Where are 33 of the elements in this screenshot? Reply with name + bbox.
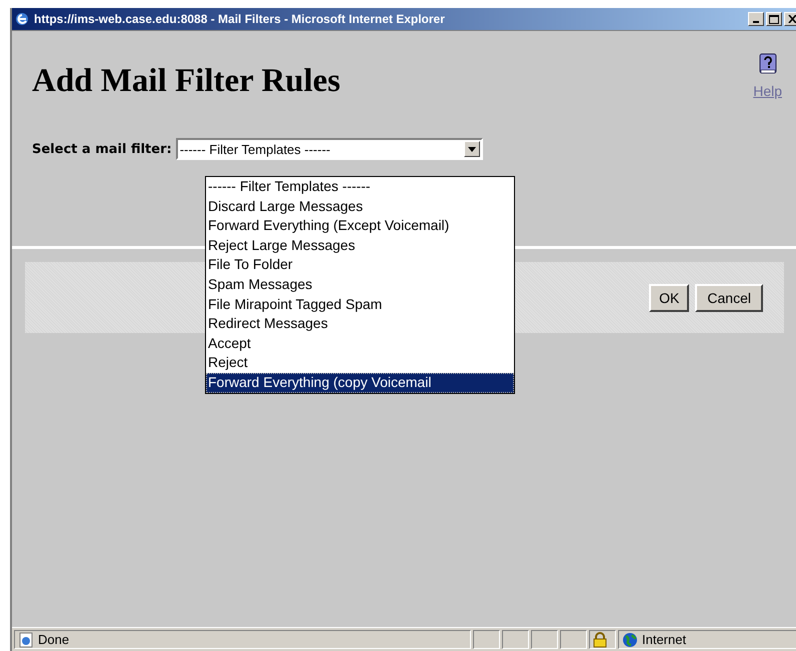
dropdown-option[interactable]: Reject	[206, 353, 514, 373]
ok-button[interactable]: OK	[649, 284, 690, 312]
dropdown-option[interactable]: File Mirapoint Tagged Spam	[206, 294, 514, 314]
dropdown-option[interactable]: Forward Everything (Except Voicemail)	[206, 216, 514, 236]
page-heading: Add Mail Filter Rules	[32, 63, 340, 100]
status-pane	[560, 630, 587, 649]
dropdown-option[interactable]: Accept	[206, 334, 514, 354]
close-icon	[788, 15, 796, 23]
status-pane	[473, 630, 500, 649]
dropdown-option[interactable]: Reject Large Messages	[206, 236, 514, 256]
dropdown-option[interactable]: Redirect Messages	[206, 314, 514, 334]
dropdown-option[interactable]: Spam Messages	[206, 274, 514, 295]
globe-icon	[622, 632, 638, 648]
maximize-icon	[769, 14, 779, 24]
status-pane	[502, 630, 529, 649]
lock-icon	[593, 632, 607, 648]
dropdown-option[interactable]: Forward Everything (copy Voicemail	[206, 372, 514, 393]
dropdown-option[interactable]: Discard Large Messages	[206, 196, 514, 216]
cancel-button[interactable]: Cancel	[695, 284, 763, 312]
status-pane	[531, 630, 558, 649]
window-title: https://ims-web.case.edu:8088 - Mail Filters - Microsoft Internet Explorer	[34, 12, 446, 26]
minimize-button[interactable]	[748, 12, 764, 26]
filter-label: Select a mail filter:	[32, 142, 172, 156]
dropdown-arrow-icon	[468, 146, 476, 152]
zone-text: Internet	[642, 632, 686, 647]
dropdown-option[interactable]: File To Folder	[206, 255, 514, 275]
filter-dropdown[interactable]: ------ Filter Templates ------	[176, 138, 483, 160]
help-book-icon[interactable]	[758, 53, 777, 75]
status-text: Done	[38, 632, 70, 647]
dropdown-option[interactable]: ------ Filter Templates ------	[206, 177, 514, 197]
browser-icon	[14, 11, 30, 27]
close-button[interactable]	[784, 12, 796, 26]
maximize-button[interactable]	[766, 12, 782, 26]
